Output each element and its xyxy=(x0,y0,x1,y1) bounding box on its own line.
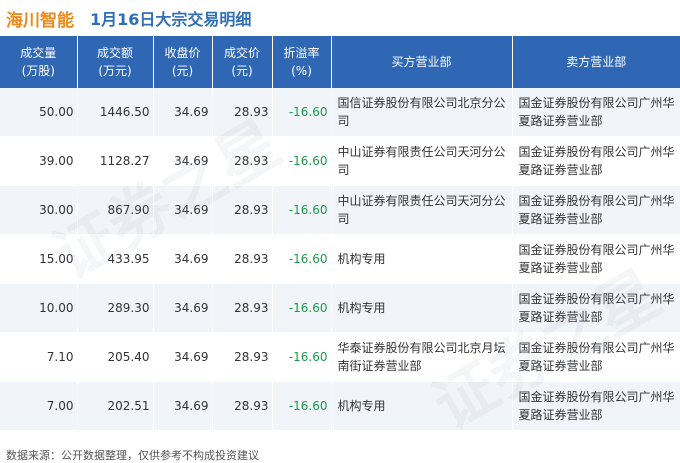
cell-trade-price: 28.93 xyxy=(212,283,273,333)
page-header: 海川智能 1月16日大宗交易明细 xyxy=(0,0,680,36)
cell-seller: 国金证券股份有限公司广州华夏路证券营业部 xyxy=(512,136,680,186)
column-header-buyer[interactable]: 买方营业部 xyxy=(331,36,513,88)
column-header-amount[interactable]: 成交额 (万元) xyxy=(77,36,154,88)
cell-seller: 国金证券股份有限公司广州华夏路证券营业部 xyxy=(512,185,680,235)
block-trade-table: 成交量 (万股) 成交额 (万元) 收盘价 (元) 成交价 (元) 折溢率 (%) 买方营… xyxy=(0,36,680,431)
cell-buyer: 机构专用 xyxy=(331,234,513,284)
column-header-close-price[interactable]: 收盘价 (元) xyxy=(153,36,213,88)
cell-buyer: 中山证券有限责任公司天河分公司 xyxy=(331,185,513,235)
column-header-premium[interactable]: 折溢率 (%) xyxy=(272,36,332,88)
cell-volume: 10.00 xyxy=(0,283,78,333)
cell-buyer: 华泰证券股份有限公司北京月坛南街证券营业部 xyxy=(331,332,513,382)
cell-close-price: 34.69 xyxy=(153,381,213,431)
table-row: 7.00 202.51 34.69 28.93 -16.60 机构专用 国金证券股份有限公司… xyxy=(0,381,680,431)
cell-seller: 国金证券股份有限公司广州华夏路证券营业部 xyxy=(512,332,680,382)
data-source-note: 数据来源：公开数据整理，仅供参考不构成投资建议 xyxy=(6,449,259,462)
cell-premium: -16.60 xyxy=(272,234,332,284)
cell-volume: 7.00 xyxy=(0,381,78,431)
cell-seller: 国金证券股份有限公司广州华夏路证券营业部 xyxy=(512,283,680,333)
cell-close-price: 34.69 xyxy=(153,234,213,284)
cell-seller: 国金证券股份有限公司广州华夏路证券营业部 xyxy=(512,88,680,137)
cell-premium: -16.60 xyxy=(272,381,332,431)
column-header-seller[interactable]: 卖方营业部 xyxy=(512,36,680,88)
cell-trade-price: 28.93 xyxy=(212,234,273,284)
table-row: 15.00 433.95 34.69 28.93 -16.60 机构专用 国金证券股份有限公… xyxy=(0,234,680,284)
cell-close-price: 34.69 xyxy=(153,88,213,137)
column-header-trade-price[interactable]: 成交价 (元) xyxy=(212,36,273,88)
cell-amount: 433.95 xyxy=(77,234,154,284)
table-row: 30.00 867.90 34.69 28.93 -16.60 中山证券有限责任公司天河分… xyxy=(0,185,680,235)
cell-seller: 国金证券股份有限公司广州华夏路证券营业部 xyxy=(512,234,680,284)
cell-amount: 289.30 xyxy=(77,283,154,333)
cell-seller: 国金证券股份有限公司广州华夏路证券营业部 xyxy=(512,381,680,431)
cell-trade-price: 28.93 xyxy=(212,185,273,235)
cell-buyer: 国信证券股份有限公司北京分公司 xyxy=(331,88,513,137)
cell-amount: 205.40 xyxy=(77,332,154,382)
cell-trade-price: 28.93 xyxy=(212,381,273,431)
cell-trade-price: 28.93 xyxy=(212,332,273,382)
cell-trade-price: 28.93 xyxy=(212,88,273,137)
cell-buyer: 中山证券有限责任公司天河分公司 xyxy=(331,136,513,186)
cell-volume: 30.00 xyxy=(0,185,78,235)
cell-close-price: 34.69 xyxy=(153,185,213,235)
cell-buyer: 机构专用 xyxy=(331,381,513,431)
cell-volume: 50.00 xyxy=(0,88,78,137)
table-row: 7.10 205.40 34.69 28.93 -16.60 华泰证券股份有限公司北京月坛… xyxy=(0,332,680,382)
cell-amount: 1128.27 xyxy=(77,136,154,186)
company-title: 海川智能 xyxy=(6,10,74,31)
cell-close-price: 34.69 xyxy=(153,136,213,186)
table-row: 50.00 1446.50 34.69 28.93 -16.60 国信证券股份有限公司北京… xyxy=(0,88,680,137)
cell-close-price: 34.69 xyxy=(153,283,213,333)
cell-premium: -16.60 xyxy=(272,283,332,333)
cell-buyer: 机构专用 xyxy=(331,283,513,333)
page-subtitle: 1月16日大宗交易明细 xyxy=(90,10,252,29)
table-row: 10.00 289.30 34.69 28.93 -16.60 机构专用 国金证券股份有限公… xyxy=(0,283,680,333)
cell-volume: 7.10 xyxy=(0,332,78,382)
cell-amount: 867.90 xyxy=(77,185,154,235)
cell-close-price: 34.69 xyxy=(153,332,213,382)
table-header-row: 成交量 (万股) 成交额 (万元) 收盘价 (元) 成交价 (元) 折溢率 (%) 买方营… xyxy=(0,36,680,88)
cell-amount: 202.51 xyxy=(77,381,154,431)
table-row: 39.00 1128.27 34.69 28.93 -16.60 中山证券有限责任公司天河… xyxy=(0,136,680,186)
cell-premium: -16.60 xyxy=(272,88,332,137)
cell-premium: -16.60 xyxy=(272,332,332,382)
cell-premium: -16.60 xyxy=(272,185,332,235)
cell-volume: 15.00 xyxy=(0,234,78,284)
cell-amount: 1446.50 xyxy=(77,88,154,137)
cell-premium: -16.60 xyxy=(272,136,332,186)
cell-trade-price: 28.93 xyxy=(212,136,273,186)
column-header-volume[interactable]: 成交量 (万股) xyxy=(0,36,78,88)
cell-volume: 39.00 xyxy=(0,136,78,186)
